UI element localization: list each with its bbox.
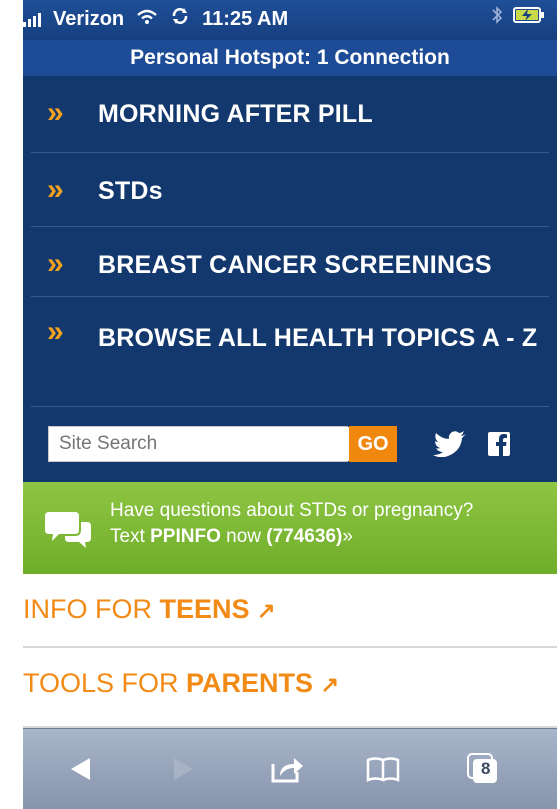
sms-keyword: PPINFO xyxy=(150,526,221,547)
hotspot-text: Personal Hotspot: 1 Connection xyxy=(130,46,450,69)
bookmarks-icon[interactable] xyxy=(363,749,403,789)
banner-arrow: » xyxy=(342,526,353,547)
status-bar: Verizon 11:25 AM xyxy=(23,0,557,40)
health-topics-menu: » MORNING AFTER PILL » STDs » BREAST CAN… xyxy=(23,76,557,482)
search-go-button[interactable]: GO xyxy=(349,426,397,462)
battery-charging-icon xyxy=(513,6,545,30)
browser-toolbar: 8 xyxy=(23,728,557,809)
facebook-icon[interactable] xyxy=(484,426,514,462)
signal-strength-icon xyxy=(23,11,41,27)
menu-item-browse-all-topics[interactable]: » BROWSE ALL HEALTH TOPICS A - Z xyxy=(31,296,549,407)
banner-question: Have questions about STDs or pregnancy? xyxy=(110,500,474,521)
tools-for-parents-link[interactable]: TOOLS FOR PARENTS ↗ xyxy=(23,648,557,728)
menu-divider xyxy=(31,406,549,407)
info-for-teens-link[interactable]: INFO FOR TEENS ↗ xyxy=(23,574,557,648)
link-text: TOOLS FOR PARENTS ↗ xyxy=(23,668,339,699)
chevron-right-icon: » xyxy=(47,96,64,129)
external-arrow-icon: ↗ xyxy=(320,672,339,697)
menu-item-stds[interactable]: » STDs xyxy=(31,152,549,227)
site-search-input[interactable] xyxy=(49,427,367,461)
share-icon[interactable] xyxy=(267,749,307,789)
carrier-name: Verizon xyxy=(53,7,125,30)
go-label: GO xyxy=(357,432,389,455)
bluetooth-icon xyxy=(491,5,503,31)
menu-item-label: STDs xyxy=(98,177,163,205)
menu-item-label: BROWSE ALL HEALTH TOPICS A - Z xyxy=(98,324,538,352)
sms-number: (774636) xyxy=(266,526,343,547)
text-ppinfo-banner[interactable]: Have questions about STDs or pregnancy? … xyxy=(23,482,557,574)
chat-bubbles-icon xyxy=(45,508,91,553)
chevron-right-icon: » xyxy=(47,173,64,206)
banner-text-mid: now xyxy=(220,526,267,547)
clock: 11:25 AM xyxy=(202,7,289,30)
site-search-box xyxy=(48,426,367,462)
menu-item-morning-after-pill[interactable]: » MORNING AFTER PILL xyxy=(31,76,549,152)
menu-item-breast-cancer-screenings[interactable]: » BREAST CANCER SCREENINGS xyxy=(31,226,549,297)
menu-item-label: MORNING AFTER PILL xyxy=(98,100,373,128)
back-arrow-icon[interactable] xyxy=(61,749,101,789)
menu-item-label: BREAST CANCER SCREENINGS xyxy=(98,251,492,279)
chevron-right-icon: » xyxy=(47,315,64,348)
sync-icon xyxy=(170,6,190,32)
tab-count: 8 xyxy=(481,759,491,778)
wifi-icon xyxy=(136,8,158,31)
external-arrow-icon: ↗ xyxy=(257,598,276,623)
forward-arrow-icon[interactable] xyxy=(163,749,203,789)
audience-links: INFO FOR TEENS ↗ TOOLS FOR PARENTS ↗ xyxy=(23,574,557,728)
banner-text-prefix: Text xyxy=(110,526,151,547)
link-emphasis: PARENTS xyxy=(186,668,314,698)
chevron-right-icon: » xyxy=(47,247,64,280)
link-text: INFO FOR TEENS ↗ xyxy=(23,594,275,625)
banner-sms-line: Text PPINFO now (774636)» xyxy=(110,526,353,548)
link-prefix: INFO FOR xyxy=(23,594,160,624)
twitter-icon[interactable] xyxy=(430,426,470,462)
link-prefix: TOOLS FOR xyxy=(23,668,187,698)
personal-hotspot-bar[interactable]: Personal Hotspot: 1 Connection xyxy=(23,40,557,77)
link-emphasis: TEENS xyxy=(159,594,250,624)
tabs-icon[interactable]: 8 xyxy=(463,749,503,789)
